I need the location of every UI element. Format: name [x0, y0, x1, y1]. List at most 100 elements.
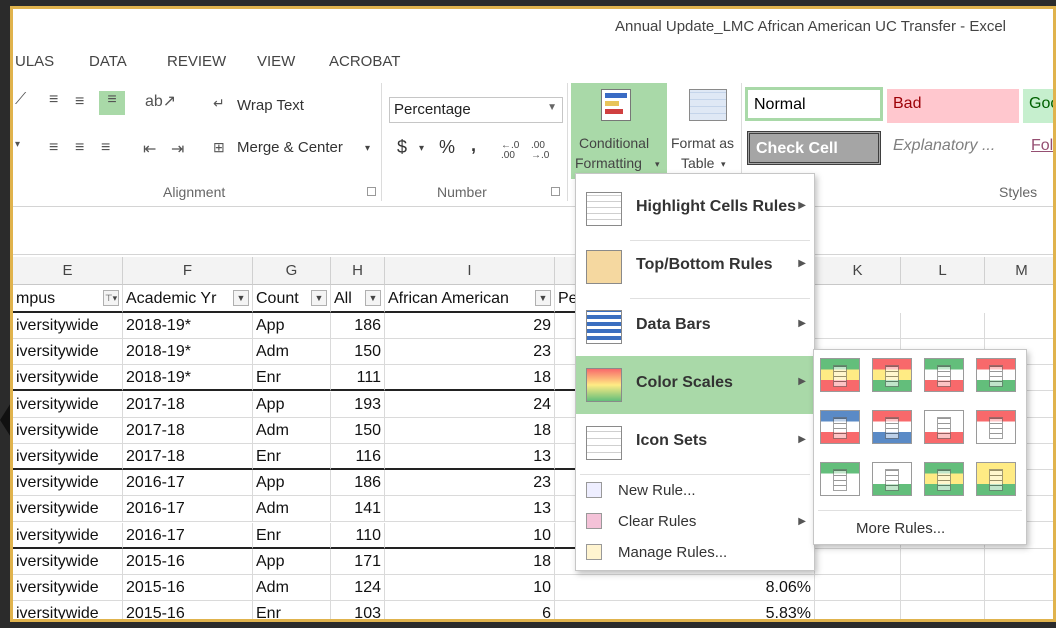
campus-cell[interactable]: iversitywide	[13, 548, 123, 575]
all-cell[interactable]: 150	[331, 339, 385, 366]
format-as-table-line1[interactable]: Format as	[671, 135, 734, 151]
academic-yr-cell[interactable]: 2015-16	[123, 601, 253, 619]
empty-cell[interactable]	[901, 548, 985, 575]
number-format-select[interactable]: Percentage ▼	[389, 97, 563, 123]
more-rules-link[interactable]: More Rules...	[856, 520, 945, 537]
style-good[interactable]: Goo	[1023, 89, 1053, 123]
count-cell[interactable]: Adm	[253, 339, 331, 366]
header-campus[interactable]: mpus ⊤▾	[13, 285, 123, 313]
african-american-cell[interactable]: 18	[385, 417, 555, 444]
increase-indent-icon[interactable]: ⇥	[171, 139, 184, 159]
all-cell[interactable]: 103	[331, 601, 385, 619]
merge-center-button[interactable]: Merge & Center	[237, 139, 343, 156]
count-cell[interactable]: Enr	[253, 444, 331, 470]
format-as-table-line2[interactable]: Table	[681, 155, 714, 171]
empty-cell[interactable]	[815, 313, 901, 339]
african-american-cell[interactable]: 10	[385, 575, 555, 601]
currency-button[interactable]: $	[397, 137, 407, 158]
campus-cell[interactable]: iversitywide	[13, 417, 123, 444]
color-scale-option-5[interactable]	[820, 410, 860, 444]
menu-clear-rules[interactable]: Clear Rules ▶	[576, 507, 814, 537]
percent-cell[interactable]: 5.83%	[555, 601, 815, 619]
all-cell[interactable]: 111	[331, 365, 385, 392]
academic-yr-cell[interactable]: 2018-19*	[123, 339, 253, 366]
decrease-indent-icon[interactable]: ⇤	[143, 139, 156, 159]
orientation-icon[interactable]: ab↗	[145, 91, 176, 111]
format-as-table-icon[interactable]	[689, 89, 727, 121]
filter-dropdown-icon[interactable]: ▼	[365, 290, 381, 306]
campus-cell[interactable]: iversitywide	[13, 444, 123, 470]
menu-icon-sets[interactable]: Icon Sets ▶	[576, 414, 814, 472]
count-cell[interactable]: App	[253, 548, 331, 575]
academic-yr-cell[interactable]: 2017-18	[123, 391, 253, 418]
empty-cell[interactable]	[901, 313, 985, 339]
middle-align-icon[interactable]: ≡	[75, 93, 84, 111]
empty-cell[interactable]	[815, 601, 901, 619]
col-header-f[interactable]: F	[123, 257, 253, 285]
african-american-cell[interactable]: 18	[385, 365, 555, 392]
col-header-m[interactable]: M	[985, 257, 1053, 285]
tab-review[interactable]: REVIEW	[167, 53, 226, 70]
campus-cell[interactable]: iversitywide	[13, 391, 123, 418]
all-cell[interactable]: 193	[331, 391, 385, 418]
currency-dropdown-icon[interactable]: ▾	[419, 143, 424, 154]
number-launcher-icon[interactable]	[551, 187, 560, 196]
style-explanatory[interactable]: Explanatory ...	[887, 131, 1019, 165]
style-check-cell[interactable]: Check Cell	[747, 131, 881, 165]
header-academic-yr[interactable]: Academic Yr ▼	[123, 285, 253, 313]
filter-dropdown-icon[interactable]: ▼	[311, 290, 327, 306]
align-center-icon[interactable]: ≡	[75, 139, 84, 157]
african-american-cell[interactable]: 23	[385, 470, 555, 497]
empty-cell[interactable]	[985, 549, 1053, 575]
col-header-i[interactable]: I	[385, 257, 555, 285]
academic-yr-cell[interactable]: 2015-16	[123, 575, 253, 601]
empty-cell[interactable]	[985, 601, 1053, 619]
menu-highlight-cells-rules[interactable]: Highlight Cells Rules ▶	[576, 180, 814, 238]
color-scale-option-10[interactable]	[872, 462, 912, 496]
col-header-e[interactable]: E	[13, 257, 123, 285]
count-cell[interactable]: App	[253, 313, 331, 339]
all-cell[interactable]: 141	[331, 496, 385, 523]
style-bad[interactable]: Bad	[887, 89, 1019, 123]
academic-yr-cell[interactable]: 2017-18	[123, 444, 253, 470]
count-cell[interactable]: App	[253, 391, 331, 418]
col-header-l[interactable]: L	[901, 257, 985, 285]
all-cell[interactable]: 150	[331, 417, 385, 444]
all-cell[interactable]: 116	[331, 444, 385, 470]
style-normal[interactable]: Normal	[745, 87, 883, 121]
menu-manage-rules[interactable]: Manage Rules...	[576, 538, 814, 568]
color-scale-option-4[interactable]	[976, 358, 1016, 392]
filter-active-icon[interactable]: ⊤▾	[103, 290, 119, 306]
style-followed-hyperlink[interactable]: Fol	[1025, 131, 1053, 165]
color-scale-option-2[interactable]	[872, 358, 912, 392]
comma-button[interactable]: ,	[471, 135, 476, 156]
filter-dropdown-icon[interactable]: ▼	[233, 290, 249, 306]
bottom-align-icon[interactable]: ≡	[99, 91, 125, 115]
count-cell[interactable]: Adm	[253, 496, 331, 523]
menu-data-bars[interactable]: Data Bars ▶	[576, 298, 814, 356]
count-cell[interactable]: Enr	[253, 601, 331, 619]
color-scale-option-12[interactable]	[976, 462, 1016, 496]
all-cell[interactable]: 110	[331, 522, 385, 549]
campus-cell[interactable]: iversitywide	[13, 601, 123, 619]
filter-dropdown-icon[interactable]: ▼	[535, 290, 551, 306]
percent-button[interactable]: %	[439, 137, 455, 158]
campus-cell[interactable]: iversitywide	[13, 496, 123, 523]
color-scale-option-6[interactable]	[872, 410, 912, 444]
all-cell[interactable]: 171	[331, 548, 385, 575]
col-header-h[interactable]: H	[331, 257, 385, 285]
count-cell[interactable]: Enr	[253, 522, 331, 549]
increase-decimal-button[interactable]: ←.0 .00	[501, 141, 525, 161]
african-american-cell[interactable]: 29	[385, 313, 555, 339]
campus-cell[interactable]: iversitywide	[13, 522, 123, 549]
academic-yr-cell[interactable]: 2016-17	[123, 522, 253, 549]
campus-cell[interactable]: iversitywide	[13, 575, 123, 601]
academic-yr-cell[interactable]: 2016-17	[123, 496, 253, 523]
wrap-text-button[interactable]: Wrap Text	[237, 97, 304, 114]
academic-yr-cell[interactable]: 2018-19*	[123, 365, 253, 392]
academic-yr-cell[interactable]: 2018-19*	[123, 313, 253, 339]
all-cell[interactable]: 186	[331, 470, 385, 497]
all-cell[interactable]: 186	[331, 313, 385, 339]
conditional-formatting-button[interactable]: Conditional Formatting ▾	[571, 83, 667, 179]
tab-formulas[interactable]: ULAS	[15, 53, 54, 70]
